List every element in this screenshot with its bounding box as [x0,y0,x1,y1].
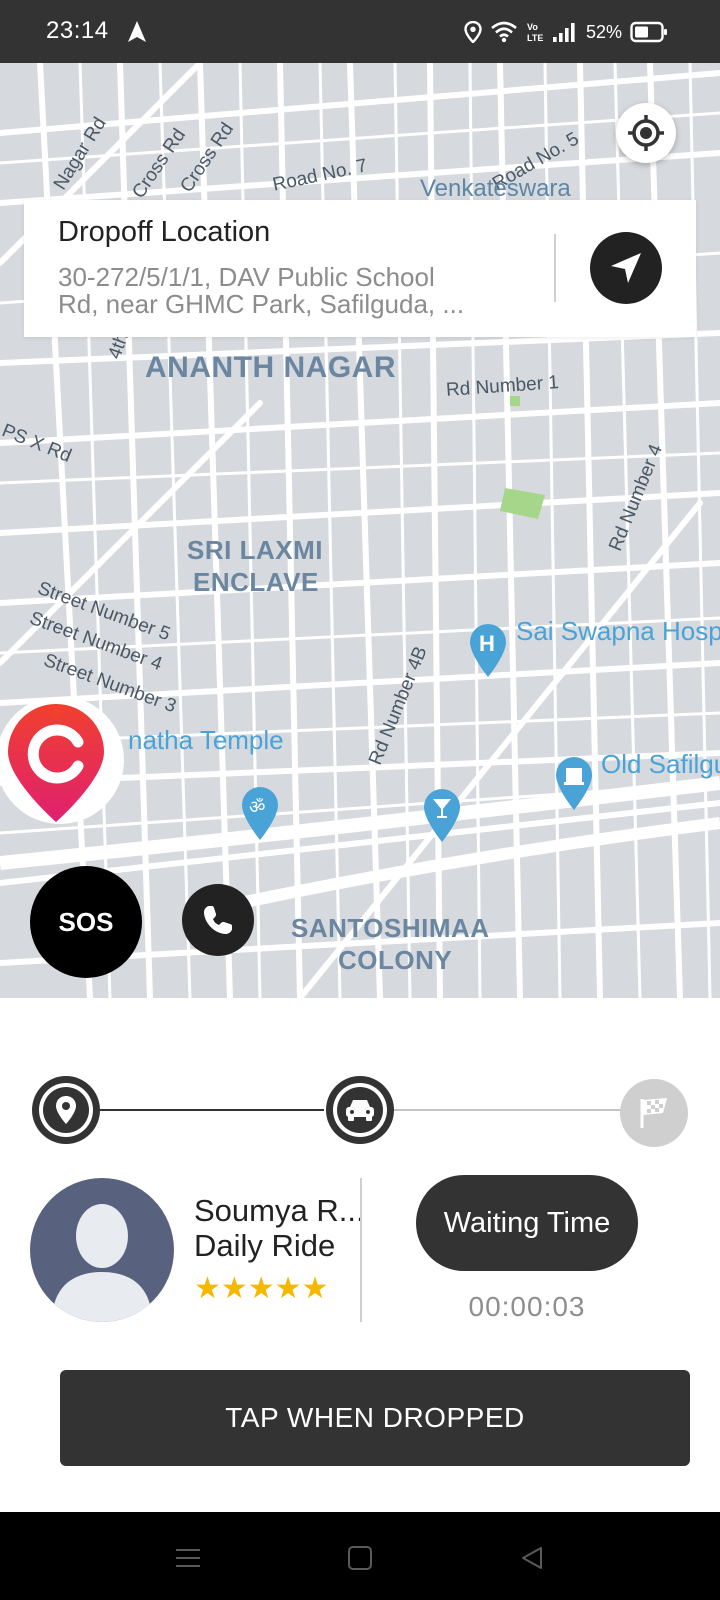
map-area-label: ANANTH NAGAR [145,351,396,384]
recent-apps-button[interactable] [168,1540,208,1576]
map-area-label: ENCLAVE [193,567,319,597]
rider-rating: ★★★★★ [194,1274,328,1304]
map-poi-label: Old Safilgu [601,749,720,779]
volte-icon: Vo LTE [527,22,543,43]
svg-text:ॐ: ॐ [249,797,265,818]
trip-progress [0,1075,720,1150]
brand-logo-pin [0,700,124,824]
phone-icon [204,906,232,934]
screen: 23:14 Vo LTE 52% 4th Nagar Rd Cross Rd C… [0,0,720,1600]
svg-text:Vo: Vo [527,22,538,32]
system-nav-bar [0,1512,720,1600]
home-button[interactable] [340,1540,380,1576]
location-icon [464,21,482,43]
waiting-time-button[interactable]: Waiting Time [416,1175,638,1271]
avatar [30,1178,174,1322]
crosshair-icon [628,115,664,151]
divider [554,234,556,302]
back-button[interactable] [512,1540,552,1576]
temple-pin-icon: ॐ [242,787,278,840]
signal-icon [552,23,575,42]
waiting-timer: 00:00:03 [468,1291,586,1322]
dropoff-card[interactable]: Dropoff Location 30-272/5/1/1, DAV Publi… [24,200,696,337]
map-poi-label: Sai Swapna Hosp [516,616,720,646]
map-area-label: SRI LAXMI [187,535,323,565]
map-area-label: COLONY [338,945,453,975]
my-location-button[interactable] [616,103,676,163]
svg-text:LTE: LTE [527,33,543,43]
landmark-pin-icon [556,757,592,810]
progress-step-ride [326,1076,394,1144]
sos-button[interactable]: SOS [30,866,142,978]
navigation-arrow-icon [128,21,146,42]
dropoff-title: Dropoff Location [58,216,271,248]
dropoff-address: 30-272/5/1/1, DAV Public School Rd, near… [58,264,528,318]
divider [360,1178,362,1322]
hospital-pin-icon: H [470,624,506,677]
rider-name: Soumya R... [194,1193,365,1228]
status-icons: Vo LTE 52% [464,16,668,48]
checkered-flag-icon [640,1098,667,1128]
map-road-label: Venkateswara [420,175,571,202]
star-rating: ★★★★★ [194,1272,329,1305]
battery-percent: 52% [585,21,622,42]
car-icon [346,1100,374,1121]
svg-text:H: H [479,631,495,656]
progress-line-completed [100,1109,324,1111]
location-pin-icon [56,1096,76,1124]
tap-when-dropped-button[interactable]: TAP WHEN DROPPED [60,1370,690,1466]
dropoff-address-line: Rd, near GHMC Park, Safilguda, ... [58,289,465,319]
square-icon [348,1546,372,1570]
call-button[interactable] [182,884,254,956]
navigation-arrow-icon [611,253,641,283]
progress-step-dropoff [620,1079,688,1147]
map-area-label: SANTOSHIMAA [291,913,490,943]
navigate-button[interactable] [590,232,662,304]
back-triangle-icon [522,1547,542,1569]
status-bar: 23:14 Vo LTE 52% [0,0,720,63]
wifi-icon [491,21,517,43]
dropoff-address-line: 30-272/5/1/1, DAV Public School [58,262,435,292]
user-silhouette-icon [52,1204,152,1322]
ride-type: Daily Ride [194,1228,336,1263]
progress-step-pickup [32,1076,100,1144]
status-time: 23:14 [46,17,109,44]
menu-icon [176,1549,200,1567]
map-poi-label: natha Temple [128,725,284,755]
progress-line-pending [392,1109,622,1111]
bar-pin-icon [424,789,460,842]
battery-icon [630,21,667,43]
